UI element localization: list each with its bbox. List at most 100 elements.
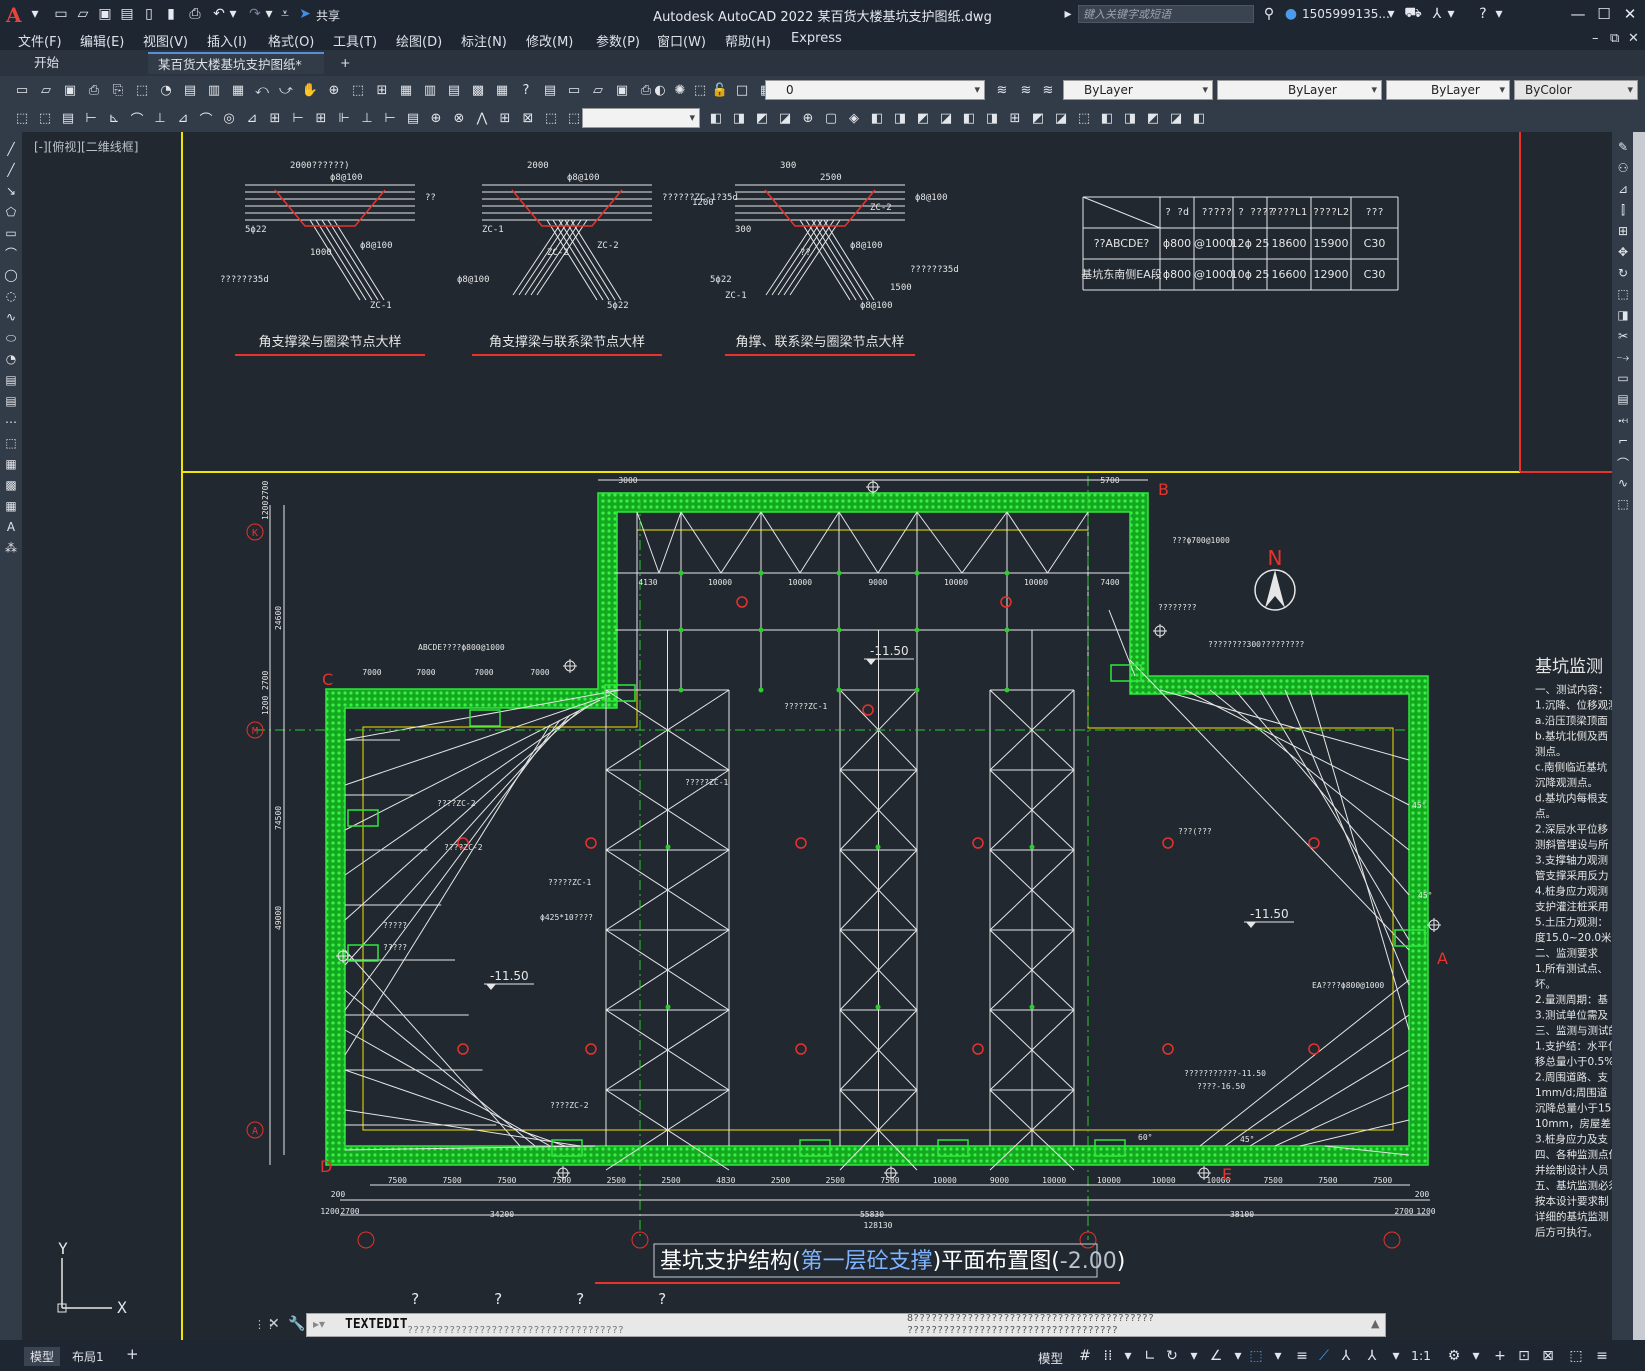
open-folder-icon[interactable]: ▱ <box>74 5 92 23</box>
dimension-icon-12[interactable]: ⊞ <box>265 108 285 128</box>
dimension-icon-23[interactable]: ⊠ <box>518 108 538 128</box>
modify-icon-2[interactable]: ◨ <box>729 108 749 128</box>
help-dropdown-icon[interactable]: ▾ <box>1494 5 1504 23</box>
lineweight-combo[interactable]: ByLayer <box>1386 80 1510 100</box>
draw-tool-6-icon[interactable]: ⌒ <box>2 245 20 263</box>
standard-icon-2[interactable]: ▱ <box>36 80 56 100</box>
cmd-close-icon[interactable]: ✕ <box>268 1316 280 1332</box>
modify-icon-22[interactable]: ◧ <box>1189 108 1209 128</box>
layer-tools-icon-3[interactable]: ≋ <box>1038 80 1058 100</box>
new-tab-button[interactable]: + <box>330 52 356 74</box>
standard-icon-17[interactable]: ▦ <box>396 80 416 100</box>
modify-tool-6-icon[interactable]: ✥ <box>1614 245 1632 263</box>
dimension-icon-1[interactable]: ⬚ <box>12 108 32 128</box>
dimension-icon-25[interactable]: ⬚ <box>564 108 584 128</box>
doc-close-icon[interactable]: ✕ <box>1628 31 1639 46</box>
undo-dropdown-icon[interactable]: ▾ <box>228 5 238 23</box>
dimension-icon-17[interactable]: ⊢ <box>380 108 400 128</box>
standard-icon-14[interactable]: ⊕ <box>324 80 344 100</box>
standard-icon-1[interactable]: ▭ <box>12 80 32 100</box>
tab-drawing[interactable]: 某百货大楼基坑支护图纸* ✕ <box>148 52 324 94</box>
status-tool-14-icon[interactable]: ⅄ <box>1362 1346 1382 1366</box>
linetype-combo[interactable]: ByLayer <box>1217 80 1382 100</box>
modify-icon-21[interactable]: ◪ <box>1166 108 1186 128</box>
doc-restore-icon[interactable]: ⧉ <box>1610 31 1619 46</box>
undo-icon[interactable]: ↶ <box>210 5 228 23</box>
modify-tool-3-icon[interactable]: ⊿ <box>1614 182 1632 200</box>
modify-tool-5-icon[interactable]: ⊞ <box>1614 224 1632 242</box>
command-line[interactable]: ▸▾ TEXTEDIT 8???????????????????????????… <box>306 1313 1386 1337</box>
draw-tool-15-icon[interactable]: ⬚ <box>2 434 20 452</box>
draw-tool-20-icon[interactable]: ⁂ <box>2 539 20 557</box>
vertical-scrollbar[interactable] <box>1633 132 1645 1340</box>
close-window-icon[interactable]: ✕ <box>1617 3 1643 25</box>
dimension-icon-18[interactable]: ▤ <box>403 108 423 128</box>
status-tool-18-icon[interactable]: + <box>1490 1346 1510 1366</box>
user-dropdown-icon[interactable]: ▾ <box>1386 5 1396 23</box>
dimension-icon-19[interactable]: ⊕ <box>426 108 446 128</box>
menu-view[interactable]: 视图(V) <box>143 31 188 50</box>
draw-tool-2-icon[interactable]: ╱ <box>2 161 20 179</box>
layer-icon-2[interactable]: ✺ <box>670 80 690 100</box>
search-input[interactable]: 键入关键字或短语 <box>1078 5 1254 23</box>
status-tool-8-icon[interactable]: ▾ <box>1228 1346 1248 1366</box>
standard-icon-23[interactable]: ▤ <box>540 80 560 100</box>
draw-tool-7-icon[interactable]: ◯ <box>2 266 20 284</box>
standard-icon-25[interactable]: ▱ <box>588 80 608 100</box>
user-name[interactable]: 1505999135... <box>1302 7 1390 21</box>
modify-tool-11-icon[interactable]: ⤍ <box>1614 350 1632 368</box>
status-tool-6-icon[interactable]: ▾ <box>1184 1346 1204 1366</box>
modify-icon-12[interactable]: ◧ <box>959 108 979 128</box>
modify-icon-7[interactable]: ◈ <box>844 108 864 128</box>
standard-icon-20[interactable]: ▩ <box>468 80 488 100</box>
layer-icon-1[interactable]: ◐ <box>650 80 670 100</box>
modify-tool-8-icon[interactable]: ⬚ <box>1614 287 1632 305</box>
standard-icon-3[interactable]: ▣ <box>60 80 80 100</box>
modify-tool-14-icon[interactable]: ⤟ <box>1614 413 1632 431</box>
dimension-icon-7[interactable]: ⊥ <box>150 108 170 128</box>
tab-start[interactable]: 开始 <box>24 52 144 74</box>
customize-qa-icon[interactable]: ⩡ <box>280 5 290 23</box>
modify-tool-10-icon[interactable]: ✂ <box>1614 329 1632 347</box>
status-tool-11-icon[interactable]: ≡ <box>1292 1346 1312 1366</box>
menu-dimension[interactable]: 标注(N) <box>461 31 507 50</box>
dimension-icon-16[interactable]: ⊥ <box>357 108 377 128</box>
menu-edit[interactable]: 编辑(E) <box>80 31 124 50</box>
draw-tool-19-icon[interactable]: A <box>2 518 20 536</box>
standard-icon-16[interactable]: ⊞ <box>372 80 392 100</box>
standard-icon-9[interactable]: ▥ <box>204 80 224 100</box>
standard-icon-12[interactable]: ⤻ <box>276 80 296 100</box>
status-tool-16-icon[interactable]: ⚙ <box>1444 1346 1464 1366</box>
draw-tool-8-icon[interactable]: ◌ <box>2 287 20 305</box>
modify-tool-13-icon[interactable]: ▤ <box>1614 392 1632 410</box>
draw-tool-11-icon[interactable]: ◔ <box>2 350 20 368</box>
dimension-icon-20[interactable]: ⊗ <box>449 108 469 128</box>
modify-tool-9-icon[interactable]: ◨ <box>1614 308 1632 326</box>
modify-icon-16[interactable]: ◪ <box>1051 108 1071 128</box>
dimension-icon-22[interactable]: ⊞ <box>495 108 515 128</box>
draw-tool-10-icon[interactable]: ⬭ <box>2 329 20 347</box>
modify-tool-4-icon[interactable]: ⫿ <box>1614 203 1632 221</box>
layer-tools-icon-2[interactable]: ≋ <box>1016 80 1036 100</box>
modify-icon-13[interactable]: ◨ <box>982 108 1002 128</box>
menu-window[interactable]: 窗口(W) <box>657 31 706 50</box>
status-tool-19-icon[interactable]: ⊡ <box>1514 1346 1534 1366</box>
plotstyle-combo[interactable]: ByColor <box>1514 80 1638 100</box>
standard-icon-13[interactable]: ✋ <box>300 80 320 100</box>
app-dropdown-icon[interactable]: ▾ <box>1446 5 1456 23</box>
cmd-customize-icon[interactable]: 🔧 <box>288 1316 305 1332</box>
drawing-canvas[interactable]: [-][俯视][二维线框] 角支撑梁与圈梁节点大样 2000??????) ϕ8@1… <box>22 132 1612 1340</box>
modify-tool-17-icon[interactable]: ∿ <box>1614 476 1632 494</box>
status-tool-3-icon[interactable]: ▾ <box>1118 1346 1138 1366</box>
autodesk-app-icon[interactable]: ⅄ <box>1428 5 1446 23</box>
layer-icon-5[interactable]: □ <box>732 80 752 100</box>
color-combo[interactable]: ByLayer <box>1063 80 1213 100</box>
draw-tool-5-icon[interactable]: ▭ <box>2 224 20 242</box>
autocad-logo[interactable]: A <box>6 3 28 27</box>
standard-icon-7[interactable]: ◔ <box>156 80 176 100</box>
status-tool-4-icon[interactable]: ∟ <box>1140 1346 1160 1366</box>
status-tool-9-icon[interactable]: ⬚ <box>1246 1346 1266 1366</box>
menu-format[interactable]: 格式(O) <box>268 31 314 50</box>
modify-icon-10[interactable]: ◩ <box>913 108 933 128</box>
standard-icon-18[interactable]: ▥ <box>420 80 440 100</box>
